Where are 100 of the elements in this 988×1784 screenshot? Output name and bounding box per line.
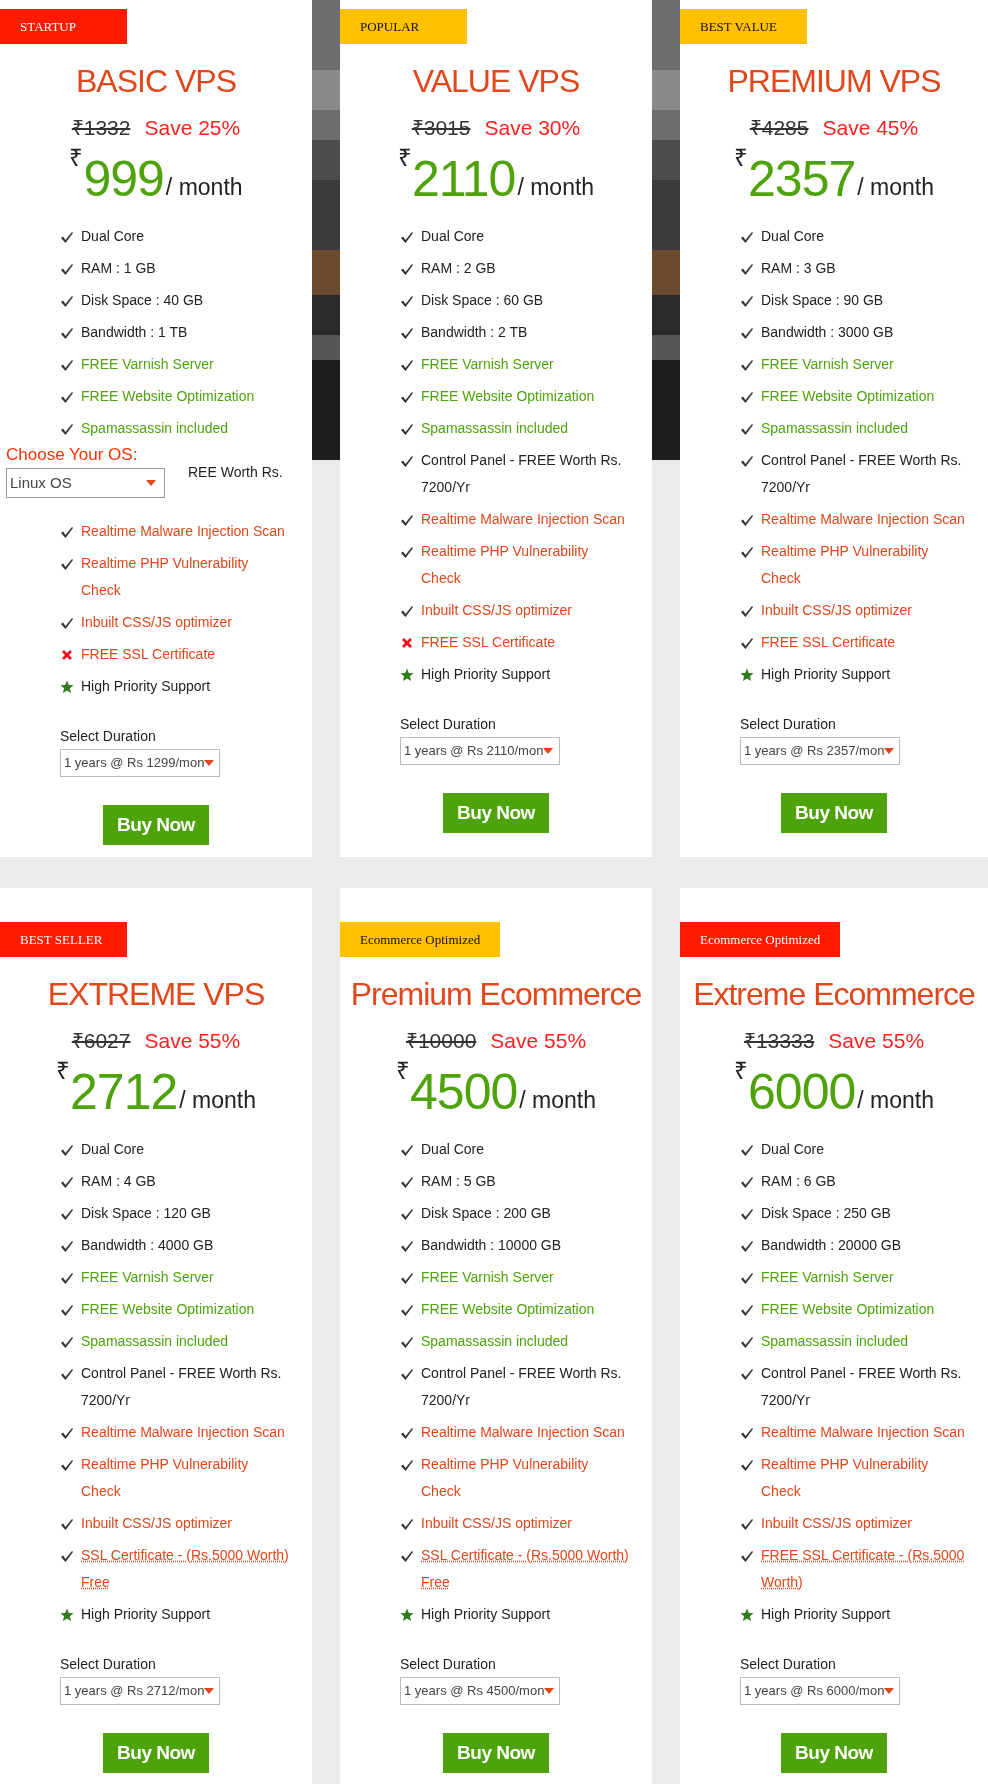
price-period: / month bbox=[517, 173, 595, 202]
feature-text: High Priority Support bbox=[761, 664, 891, 684]
duration-select[interactable]: 1 years @ Rs 2110/mon bbox=[400, 737, 560, 765]
caret-icon bbox=[204, 1688, 215, 1694]
duration-label: Select Duration bbox=[400, 1655, 497, 1673]
feature-text: FREE Website Optimization bbox=[761, 386, 935, 406]
os-label: Choose Your OS: bbox=[6, 446, 139, 464]
feature-text: RAM : 2 GB bbox=[421, 258, 496, 278]
feature-text: Control Panel - FREE Worth Rs. 7200/Yr bbox=[421, 1363, 622, 1410]
check-icon bbox=[60, 1142, 74, 1157]
discount-text: Save 25% bbox=[144, 115, 241, 141]
feature-text: Dual Core bbox=[81, 1139, 145, 1159]
check-icon bbox=[740, 1457, 754, 1472]
currency-symbol: ₹ bbox=[397, 146, 412, 170]
check-icon bbox=[400, 512, 414, 527]
old-price: ₹13333 bbox=[743, 1028, 815, 1054]
check-icon bbox=[400, 325, 414, 340]
discount-text: Save 55% bbox=[490, 1028, 587, 1054]
feature-text: Realtime PHP Vulnerability Check bbox=[81, 1454, 249, 1501]
feature-text: Spamassassin included bbox=[81, 1331, 229, 1351]
feature-text: Inbuilt CSS/JS optimizer bbox=[761, 600, 912, 620]
plan-ribbon: STARTUP bbox=[0, 9, 127, 44]
check-icon bbox=[60, 421, 74, 436]
feature-text: Control Panel - FREE Worth Rs. 7200/Yr bbox=[761, 1363, 962, 1410]
check-icon bbox=[740, 1142, 754, 1157]
plan-ribbon: BEST VALUE bbox=[680, 9, 807, 44]
star-icon bbox=[400, 667, 414, 682]
check-icon bbox=[740, 357, 754, 372]
check-icon bbox=[740, 512, 754, 527]
check-icon bbox=[400, 603, 414, 618]
duration-label: Select Duration bbox=[740, 715, 837, 733]
feature-text: FREE Website Optimization bbox=[81, 1299, 255, 1319]
check-icon bbox=[60, 325, 74, 340]
caret-icon bbox=[544, 1688, 555, 1694]
currency-symbol: ₹ bbox=[734, 146, 748, 170]
price-period: / month bbox=[519, 1086, 596, 1115]
currency-symbol: ₹ bbox=[734, 1059, 748, 1083]
check-icon bbox=[60, 1238, 74, 1253]
feature-text: Spamassassin included bbox=[761, 1331, 909, 1351]
price: 999 bbox=[83, 152, 164, 206]
feature-text: Spamassassin included bbox=[421, 1331, 569, 1351]
star-icon bbox=[740, 667, 754, 682]
plan-ribbon: POPULAR bbox=[340, 9, 467, 44]
check-icon bbox=[400, 1548, 414, 1563]
old-price: ₹1332 bbox=[71, 115, 131, 141]
feature-text: FREE Website Optimization bbox=[421, 386, 595, 406]
check-icon bbox=[740, 229, 754, 244]
check-icon bbox=[740, 421, 754, 436]
check-icon bbox=[400, 1457, 414, 1472]
duration-select[interactable]: 1 years @ Rs 1299/mon bbox=[60, 749, 220, 777]
check-icon bbox=[740, 389, 754, 404]
plan-title: BASIC VPS bbox=[75, 62, 237, 101]
feature-text: FREE SSL Certificate bbox=[761, 632, 896, 652]
feature-text: FREE SSL Certificate - (Rs.5000 Worth) bbox=[761, 1545, 965, 1592]
caret-icon bbox=[884, 748, 895, 754]
star-icon bbox=[60, 1607, 74, 1622]
feature-text: Realtime Malware Injection Scan bbox=[761, 1422, 965, 1442]
duration-select[interactable]: 1 years @ Rs 4500/mon bbox=[400, 1677, 560, 1705]
check-icon bbox=[60, 556, 74, 571]
check-icon bbox=[400, 453, 414, 468]
check-icon bbox=[60, 1548, 74, 1563]
price: 2712 bbox=[70, 1065, 178, 1119]
old-price: ₹3015 bbox=[411, 115, 471, 141]
duration-label: Select Duration bbox=[60, 727, 157, 745]
check-icon bbox=[400, 1238, 414, 1253]
feature-text: Bandwidth : 10000 GB bbox=[421, 1235, 562, 1255]
check-icon bbox=[400, 261, 414, 276]
check-icon bbox=[740, 293, 754, 308]
check-icon bbox=[740, 1548, 754, 1563]
duration-select[interactable]: 1 years @ Rs 2712/mon bbox=[60, 1677, 220, 1705]
feature-text: High Priority Support bbox=[81, 1604, 211, 1624]
old-price: ₹4285 bbox=[749, 115, 809, 141]
check-icon bbox=[60, 1516, 74, 1531]
feature-text: FREE SSL Certificate bbox=[81, 644, 216, 664]
feature-text: RAM : 5 GB bbox=[421, 1171, 496, 1191]
os-select[interactable]: Linux OS bbox=[6, 468, 165, 498]
star-icon bbox=[740, 1607, 754, 1622]
check-icon bbox=[400, 1334, 414, 1349]
feature-text: Control Panel - FREE Worth Rs. 7200/Yr bbox=[761, 450, 962, 497]
price-period: / month bbox=[857, 1086, 934, 1115]
duration-select[interactable]: 1 years @ Rs 6000/mon bbox=[740, 1677, 900, 1705]
duration-select[interactable]: 1 years @ Rs 2357/mon bbox=[740, 737, 900, 765]
check-icon bbox=[740, 1206, 754, 1221]
check-icon bbox=[400, 1366, 414, 1381]
plan-title: Premium Ecommerce bbox=[349, 975, 643, 1014]
check-icon bbox=[740, 635, 754, 650]
plan-ribbon: Ecommerce Optimized bbox=[680, 922, 841, 957]
feature-text: High Priority Support bbox=[761, 1604, 891, 1624]
feature-text: Control Panel - FREE Worth Rs. 7200/Yr bbox=[81, 1363, 282, 1410]
check-icon bbox=[60, 229, 74, 244]
feature-text: Disk Space : 90 GB bbox=[761, 290, 884, 310]
feature-text: RAM : 3 GB bbox=[761, 258, 836, 278]
duration-label: Select Duration bbox=[740, 1655, 837, 1673]
currency-symbol: ₹ bbox=[69, 146, 84, 170]
discount-text: Save 55% bbox=[828, 1028, 925, 1054]
feature-text: Bandwidth : 3000 GB bbox=[761, 322, 894, 342]
check-icon bbox=[740, 544, 754, 559]
price: 4500 bbox=[410, 1065, 518, 1119]
check-icon bbox=[60, 1334, 74, 1349]
feature-text: Disk Space : 120 GB bbox=[81, 1203, 211, 1223]
